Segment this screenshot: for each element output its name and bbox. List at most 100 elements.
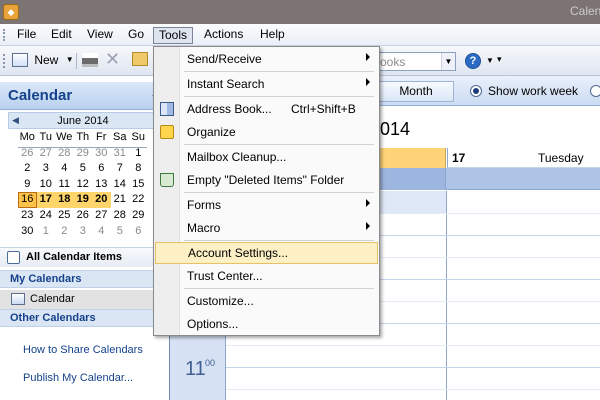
menu-item-label: Trust Center...: [187, 269, 263, 283]
calendar-day[interactable]: 9: [18, 177, 37, 193]
calendar-day[interactable]: 7: [111, 161, 130, 177]
show-full-week-radio[interactable]: [590, 85, 600, 97]
menu-item-account-settings[interactable]: Account Settings...: [155, 242, 378, 264]
calendar-day[interactable]: 22: [129, 192, 148, 208]
menu-grip-handle[interactable]: [3, 29, 5, 41]
calendar-day[interactable]: 11: [55, 177, 74, 193]
move-to-folder-icon[interactable]: [132, 52, 148, 66]
menu-edit-label: Edit: [51, 27, 72, 41]
share-calendars-link[interactable]: How to Share Calendars: [23, 344, 143, 356]
time-slot-line: [226, 389, 600, 390]
chevron-down-icon[interactable]: ▼: [66, 55, 74, 64]
all-calendar-items-selector[interactable]: All Calendar Items: [0, 247, 170, 267]
calendar-day[interactable]: 19: [73, 192, 92, 208]
calendar-day[interactable]: 5: [74, 161, 93, 177]
menu-item-empty-deleted-items[interactable]: Empty "Deleted Items" Folder: [154, 169, 379, 191]
menu-file[interactable]: File: [12, 27, 41, 44]
submenu-arrow-icon: [366, 222, 370, 230]
show-work-week-radio[interactable]: [470, 85, 482, 97]
menu-item-address-book[interactable]: Address Book... Ctrl+Shift+B: [154, 98, 379, 120]
menu-actions[interactable]: Actions: [199, 27, 248, 44]
menu-item-options[interactable]: Options...: [154, 313, 379, 335]
my-calendars-section[interactable]: My Calendars: [0, 270, 170, 288]
menu-tools[interactable]: Tools: [153, 27, 194, 44]
calendar-day[interactable]: 15: [129, 177, 148, 193]
calendar-day[interactable]: 2: [55, 224, 74, 240]
menu-item-instant-search[interactable]: Instant Search: [154, 73, 379, 95]
menu-item-send-receive[interactable]: Send/Receive: [154, 48, 379, 70]
weekday-header: Th: [76, 131, 90, 143]
menu-item-label: Forms: [187, 198, 221, 212]
menu-item-label: Mailbox Cleanup...: [187, 150, 287, 164]
weekday-header: Su: [131, 131, 145, 143]
calendar-day[interactable]: 1: [37, 224, 56, 240]
menu-item-forms[interactable]: Forms: [154, 194, 379, 216]
calendar-day[interactable]: 16: [18, 192, 37, 208]
calendar-day[interactable]: 20: [92, 192, 111, 208]
tools-menu: Send/Receive Instant Search Address Book…: [153, 46, 380, 336]
menu-item-trust-center[interactable]: Trust Center...: [154, 265, 379, 287]
show-work-week-label: Show work week: [488, 84, 579, 98]
calendar-day[interactable]: 12: [74, 177, 93, 193]
calendar-day[interactable]: 26: [74, 208, 93, 224]
calendar-day[interactable]: 23: [18, 208, 37, 224]
calendar-day[interactable]: 3: [37, 161, 56, 177]
calendar-day[interactable]: 25: [55, 208, 74, 224]
menu-edit[interactable]: Edit: [46, 27, 77, 44]
calendar-day[interactable]: 2: [18, 161, 37, 177]
chevron-down-icon[interactable]: ▼: [486, 56, 494, 65]
menu-help[interactable]: Help: [255, 27, 290, 44]
calendar-day[interactable]: 4: [92, 224, 111, 240]
chevron-down-icon[interactable]: ▼: [441, 53, 455, 70]
day-name: Tuesday: [538, 151, 584, 165]
date-range-title: 014: [380, 119, 411, 139]
weekday-divider: [18, 147, 147, 148]
print-icon[interactable]: [82, 53, 98, 67]
calendar-day[interactable]: 6: [92, 161, 111, 177]
delete-icon[interactable]: ✕: [105, 49, 120, 70]
menu-item-mailbox-cleanup[interactable]: Mailbox Cleanup...: [154, 146, 379, 168]
calendar-day[interactable]: 27: [92, 208, 111, 224]
menu-view[interactable]: View: [82, 27, 118, 44]
calendar-day[interactable]: 5: [111, 224, 130, 240]
calendar-day[interactable]: 3: [74, 224, 93, 240]
weekday-header: Mo: [19, 131, 35, 143]
weekday-header: Sa: [113, 131, 127, 143]
calendar-day[interactable]: 14: [111, 177, 130, 193]
menu-file-label: File: [17, 27, 37, 41]
other-calendars-section[interactable]: Other Calendars: [0, 309, 170, 327]
weekday-header: We: [56, 131, 73, 143]
menu-go[interactable]: Go: [123, 27, 149, 44]
menu-item-label: Address Book...: [187, 102, 272, 116]
submenu-arrow-icon: [366, 199, 370, 207]
search-address-books-field[interactable]: ooks ▼: [376, 52, 456, 71]
calendar-day[interactable]: 21: [111, 192, 130, 208]
day-header-tuesday[interactable]: 17 Tuesday: [447, 148, 600, 168]
calendar-day[interactable]: 18: [55, 192, 74, 208]
tab-month[interactable]: Month: [378, 81, 454, 102]
menu-item-macro[interactable]: Macro: [154, 217, 379, 239]
outlook-icon[interactable]: ◆: [3, 4, 19, 20]
submenu-arrow-icon: [366, 53, 370, 61]
calendar-day[interactable]: 30: [18, 224, 37, 240]
toolbar-options-icon[interactable]: ▾: [497, 54, 502, 65]
publish-calendar-link[interactable]: Publish My Calendar...: [23, 372, 133, 384]
calendar-day[interactable]: 10: [37, 177, 56, 193]
menu-item-customize[interactable]: Customize...: [154, 290, 379, 312]
calendar-day[interactable]: 4: [55, 161, 74, 177]
menu-item-label: Empty "Deleted Items" Folder: [187, 173, 345, 187]
calendar-day[interactable]: 6: [129, 224, 148, 240]
calendar-list-item[interactable]: Calendar: [0, 290, 170, 309]
calendar-day[interactable]: 13: [92, 177, 111, 193]
help-icon[interactable]: ?: [465, 53, 481, 69]
calendar-day[interactable]: 24: [37, 208, 56, 224]
calendar-day[interactable]: 17: [36, 192, 55, 208]
calendar-day[interactable]: 28: [111, 208, 130, 224]
calendar-items-icon: [7, 251, 20, 264]
calendar-day[interactable]: 8: [129, 161, 148, 177]
menu-item-organize[interactable]: Organize: [154, 121, 379, 143]
calendar-day[interactable]: 29: [129, 208, 148, 224]
new-button[interactable]: New ▼: [12, 52, 74, 70]
toolbar-grip-handle[interactable]: [3, 54, 5, 68]
navigation-pane: Calendar « ◀ June 2014 MoTuWeThFrSaSu262…: [0, 76, 170, 400]
